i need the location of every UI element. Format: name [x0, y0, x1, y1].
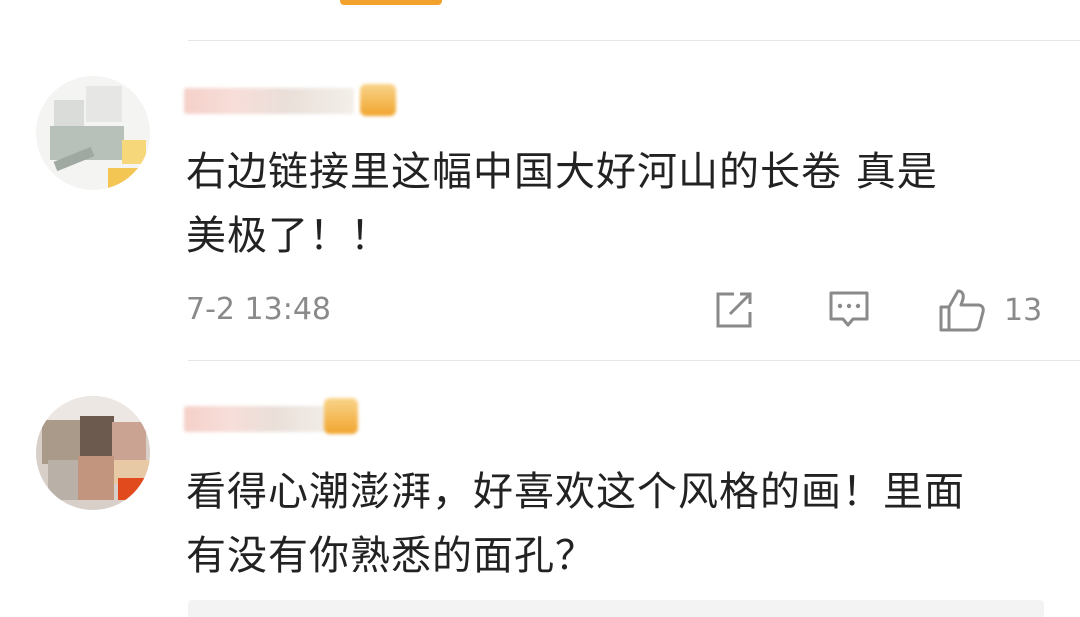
top-strip [0, 0, 1080, 14]
share-button[interactable] [714, 288, 756, 332]
like-count: 13 [1004, 292, 1043, 328]
like-icon [939, 289, 985, 332]
avatar[interactable] [36, 76, 150, 190]
top-tab-indicator [340, 0, 442, 5]
comment-text: 右边链接里这幅中国大好河山的长卷 真是 美极了！！ [186, 149, 938, 259]
comment-timestamp: 7-2 13:48 [186, 292, 331, 327]
member-badge [360, 84, 396, 116]
divider [188, 360, 1080, 361]
share-icon [716, 292, 752, 328]
like-button[interactable]: 13 [938, 288, 1042, 332]
reply-icon [829, 291, 869, 327]
next-comment-preview [188, 600, 1044, 617]
comment-text: 看得心潮澎湃，好喜欢这个风格的画！里面 有没有你熟悉的面孔？ [186, 469, 965, 579]
avatar[interactable] [36, 396, 150, 510]
divider [188, 40, 1080, 41]
member-badge [324, 398, 358, 434]
reply-button[interactable] [828, 288, 870, 332]
username[interactable] [184, 88, 354, 114]
username[interactable] [184, 406, 334, 432]
